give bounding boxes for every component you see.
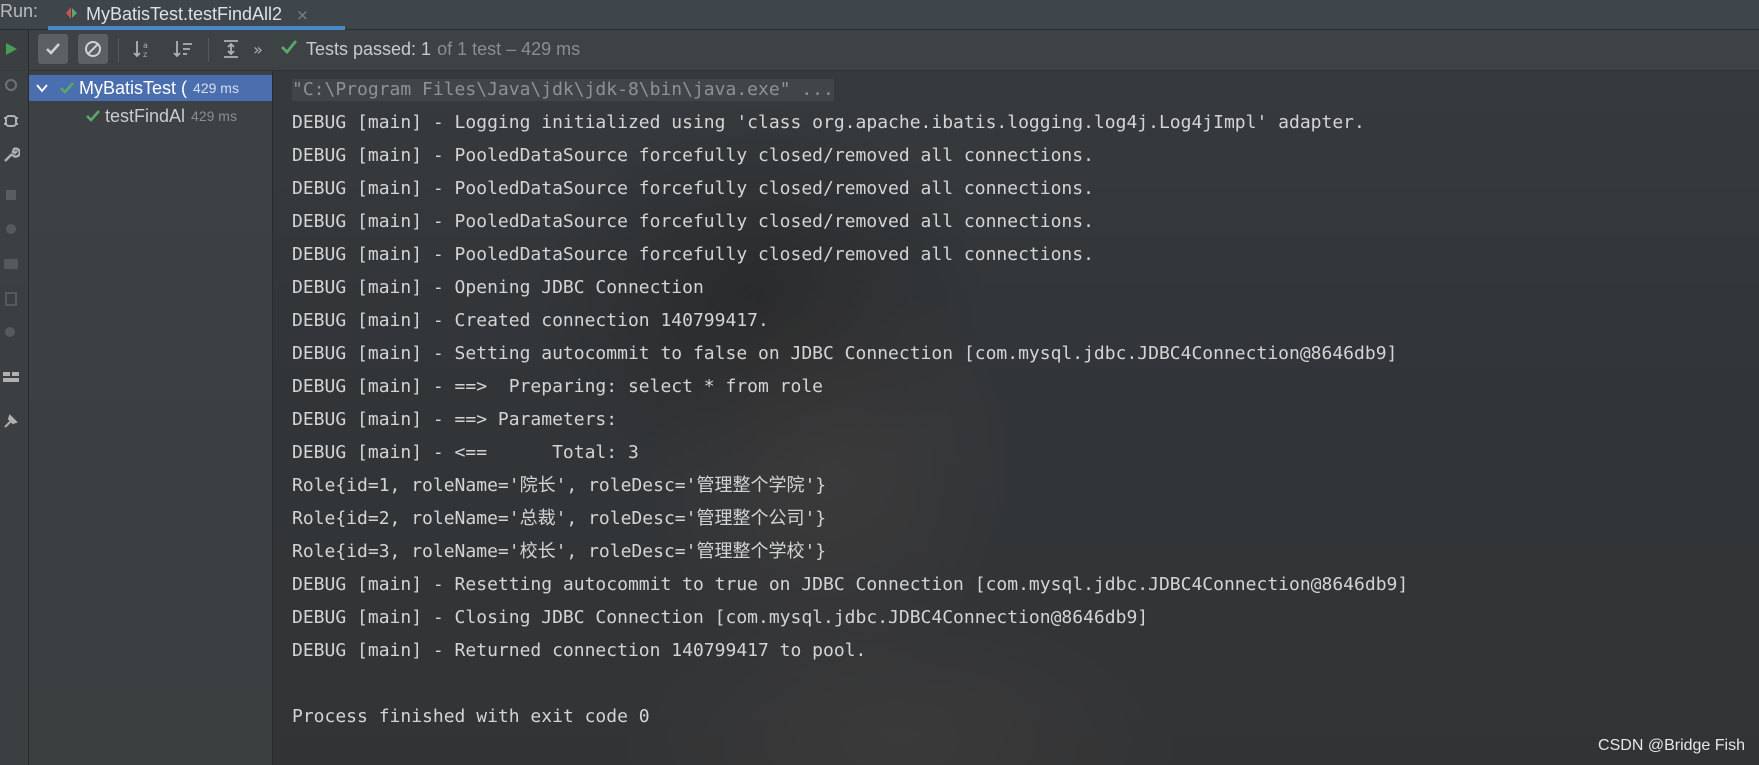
watermark: CSDN @Bridge Fish bbox=[1598, 737, 1745, 754]
left-action-strip bbox=[0, 30, 29, 765]
run-label: Run: bbox=[0, 1, 39, 21]
tree-item-label: testFindAl bbox=[105, 105, 186, 126]
console-line-command: "C:\Program Files\Java\jdk\jdk-8\bin\jav… bbox=[292, 79, 834, 101]
check-icon bbox=[55, 80, 79, 96]
stop-icon[interactable] bbox=[0, 184, 22, 206]
console-line: DEBUG [main] - <== Total: 3 bbox=[292, 442, 639, 463]
tab-title: MyBatisTest.testFindAll2 bbox=[86, 4, 283, 24]
console-line: DEBUG [main] - ==> Preparing: select * f… bbox=[292, 376, 824, 397]
layout-icon[interactable] bbox=[0, 366, 22, 388]
console-line: DEBUG [main] - PooledDataSource forceful… bbox=[292, 244, 1094, 265]
debug-icon[interactable] bbox=[0, 110, 22, 132]
tree-item-test-class[interactable]: MyBatisTest ( 429 ms bbox=[29, 75, 272, 101]
sort-alpha-icon[interactable]: a z bbox=[128, 34, 158, 64]
more-actions-button[interactable]: » bbox=[246, 34, 270, 64]
console-line: DEBUG [main] - Opening JDBC Connection bbox=[292, 277, 704, 298]
console-line: DEBUG [main] - ==> Parameters: bbox=[292, 409, 618, 430]
svg-text:a: a bbox=[143, 41, 148, 50]
coverage-icon[interactable] bbox=[0, 322, 22, 344]
test-status-summary: Tests passed: 1 of 1 test – 429 ms bbox=[280, 38, 580, 61]
svg-text:z: z bbox=[143, 50, 147, 59]
chevron-down-icon[interactable] bbox=[29, 83, 55, 93]
show-passed-icon[interactable] bbox=[38, 34, 68, 64]
more-label: » bbox=[253, 39, 263, 59]
status-detail: of 1 test – 429 ms bbox=[437, 39, 581, 59]
pin-icon[interactable] bbox=[0, 410, 22, 432]
test-run-icon bbox=[64, 5, 78, 25]
console-line: Role{id=2, roleName='总裁', roleDesc='管理整个… bbox=[292, 508, 827, 529]
camera-icon[interactable] bbox=[0, 252, 22, 274]
toolbar-separator bbox=[208, 38, 209, 62]
tree-item-time: 429 ms bbox=[191, 108, 237, 124]
console-line: DEBUG [main] - Resetting autocommit to t… bbox=[292, 574, 1409, 595]
tree-item-test-method[interactable]: testFindAl 429 ms bbox=[29, 103, 272, 129]
rerun-icon[interactable] bbox=[0, 74, 22, 96]
console-line: Role{id=3, roleName='校长', roleDesc='管理整个… bbox=[292, 541, 827, 562]
check-icon bbox=[81, 108, 105, 124]
test-tree: MyBatisTest ( 429 ms testFindAl 429 ms bbox=[29, 71, 273, 765]
run-icon[interactable] bbox=[0, 38, 22, 60]
tree-item-time: 429 ms bbox=[193, 80, 239, 96]
tree-item-label: MyBatisTest ( bbox=[79, 77, 188, 98]
status-passed: Tests passed: 1 bbox=[306, 39, 432, 59]
console-line: Role{id=1, roleName='院长', roleDesc='管理整个… bbox=[292, 475, 827, 496]
tab-run-configuration[interactable]: MyBatisTest.testFindAll2 × bbox=[48, 0, 345, 30]
console-line: DEBUG [main] - PooledDataSource forceful… bbox=[292, 145, 1094, 166]
import-icon[interactable] bbox=[0, 288, 22, 310]
settings-icon[interactable] bbox=[0, 218, 22, 240]
console-line: DEBUG [main] - Setting autocommit to fal… bbox=[292, 343, 1398, 364]
show-ignored-icon[interactable] bbox=[78, 34, 108, 64]
console-line: DEBUG [main] - PooledDataSource forceful… bbox=[292, 178, 1094, 199]
console-line: DEBUG [main] - Logging initialized using… bbox=[292, 112, 1365, 133]
console-line: DEBUG [main] - Closing JDBC Connection [… bbox=[292, 607, 1149, 628]
check-icon bbox=[280, 38, 298, 61]
toolbar-separator bbox=[118, 38, 119, 62]
wrench-icon[interactable] bbox=[0, 144, 22, 166]
console-line: DEBUG [main] - PooledDataSource forceful… bbox=[292, 211, 1094, 232]
console-line: DEBUG [main] - Created connection 140799… bbox=[292, 310, 769, 331]
close-icon[interactable]: × bbox=[296, 6, 309, 24]
expand-all-icon[interactable] bbox=[216, 34, 246, 64]
run-tool-window-header: Run: MyBatisTest.testFindAll2 × bbox=[0, 0, 1759, 30]
console-line: Process finished with exit code 0 bbox=[292, 706, 650, 727]
console-line: DEBUG [main] - Returned connection 14079… bbox=[292, 640, 867, 661]
sort-duration-icon[interactable] bbox=[168, 34, 198, 64]
